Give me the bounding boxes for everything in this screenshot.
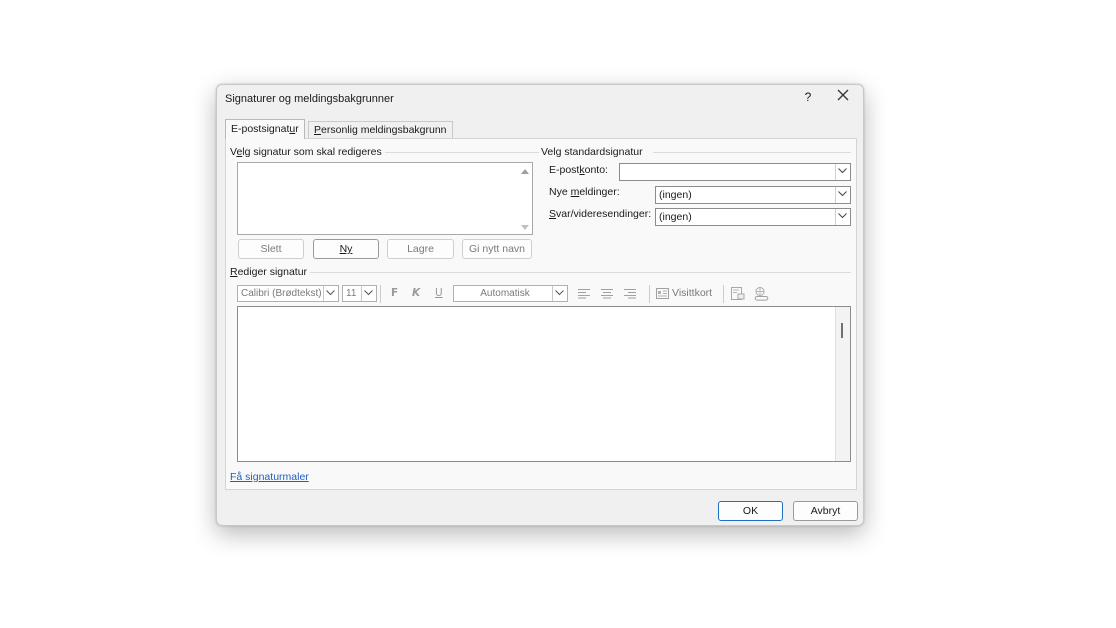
new-messages-select[interactable]: (ingen) [655, 186, 851, 204]
new-messages-label: Nye meldinger: [549, 186, 620, 198]
chevron-down-icon[interactable] [835, 164, 850, 180]
align-right-icon[interactable] [623, 288, 637, 302]
signature-editor[interactable] [237, 306, 851, 462]
business-card-icon [656, 287, 669, 299]
font-value: Calibri (Brødtekst) [241, 288, 322, 299]
replies-forwards-select[interactable]: (ingen) [655, 208, 851, 226]
close-button[interactable] [837, 89, 853, 105]
insert-picture-icon[interactable] [730, 286, 745, 304]
chevron-down-icon[interactable] [835, 187, 850, 203]
chevron-down-icon[interactable] [552, 286, 567, 301]
group-divider [653, 152, 851, 153]
tab-label-accel: P [314, 124, 322, 136]
ok-button[interactable]: OK [718, 501, 783, 521]
scroll-up-icon[interactable] [521, 169, 529, 174]
align-left-icon[interactable] [577, 288, 591, 302]
tab-personal-stationery[interactable]: Personlig meldingsbakgrunn [308, 121, 453, 138]
default-signature-label: Velg standardsignatur [541, 146, 646, 158]
signature-list-scrollbar[interactable] [518, 163, 532, 234]
select-signature-label: Velg signatur som skal redigeres [230, 146, 385, 158]
edit-signature-label: Rediger signatur [230, 266, 311, 278]
chevron-down-icon[interactable] [835, 209, 850, 225]
replies-forwards-value: (ingen) [659, 211, 692, 223]
new-messages-value: (ingen) [659, 189, 692, 201]
scrollbar-thumb[interactable] [841, 323, 843, 338]
align-center-icon[interactable] [600, 288, 614, 302]
underline-button[interactable]: U [435, 287, 443, 299]
font-size-select[interactable]: 11 [342, 285, 377, 302]
bold-button[interactable]: F [391, 287, 398, 299]
insert-hyperlink-icon[interactable] [753, 286, 769, 304]
new-button[interactable]: Ny [313, 239, 379, 259]
toolbar-divider [723, 285, 724, 303]
scroll-down-icon[interactable] [521, 225, 529, 230]
cancel-button[interactable]: Avbryt [793, 501, 858, 521]
font-select[interactable]: Calibri (Brødtekst) [237, 285, 339, 302]
font-color-select[interactable]: Automatisk [453, 285, 568, 302]
email-account-select[interactable] [619, 163, 851, 181]
email-account-label: E-postkonto: [549, 164, 608, 176]
chevron-down-icon[interactable] [323, 286, 338, 301]
font-size-value: 11 [346, 288, 357, 299]
tab-label: r [295, 123, 299, 135]
tab-label: ersonlig meldingsbakgrunn [321, 124, 447, 136]
get-signature-templates-link[interactable]: Få signaturmaler [230, 471, 309, 483]
group-divider [376, 152, 539, 153]
delete-button[interactable]: Slett [238, 239, 304, 259]
business-card-button[interactable]: Visittkort [656, 287, 712, 299]
tab-label: E-postsignat [231, 123, 290, 135]
group-divider [306, 272, 851, 273]
chevron-down-icon[interactable] [361, 286, 376, 301]
signatures-dialog: Signaturer og meldingsbakgrunner ? E-pos… [216, 84, 864, 526]
toolbar-divider [649, 285, 650, 303]
business-card-label: Visittkort [672, 287, 713, 299]
title-bar: Signaturer og meldingsbakgrunner ? [217, 85, 863, 113]
save-button[interactable]: Lagre [387, 239, 454, 259]
signature-list[interactable] [237, 162, 533, 235]
font-color-value: Automatisk [480, 288, 530, 299]
editor-scrollbar[interactable] [835, 307, 850, 461]
close-icon [837, 89, 849, 101]
italic-button[interactable]: K [412, 287, 420, 299]
help-button[interactable]: ? [800, 90, 816, 104]
dialog-title: Signaturer og meldingsbakgrunner [225, 93, 394, 105]
replies-forwards-label: Svar/videresendinger: [549, 208, 652, 220]
rename-button[interactable]: Gi nytt navn [462, 239, 532, 259]
tab-email-signature[interactable]: E-postsignatur [225, 119, 305, 139]
toolbar-divider [380, 285, 381, 303]
